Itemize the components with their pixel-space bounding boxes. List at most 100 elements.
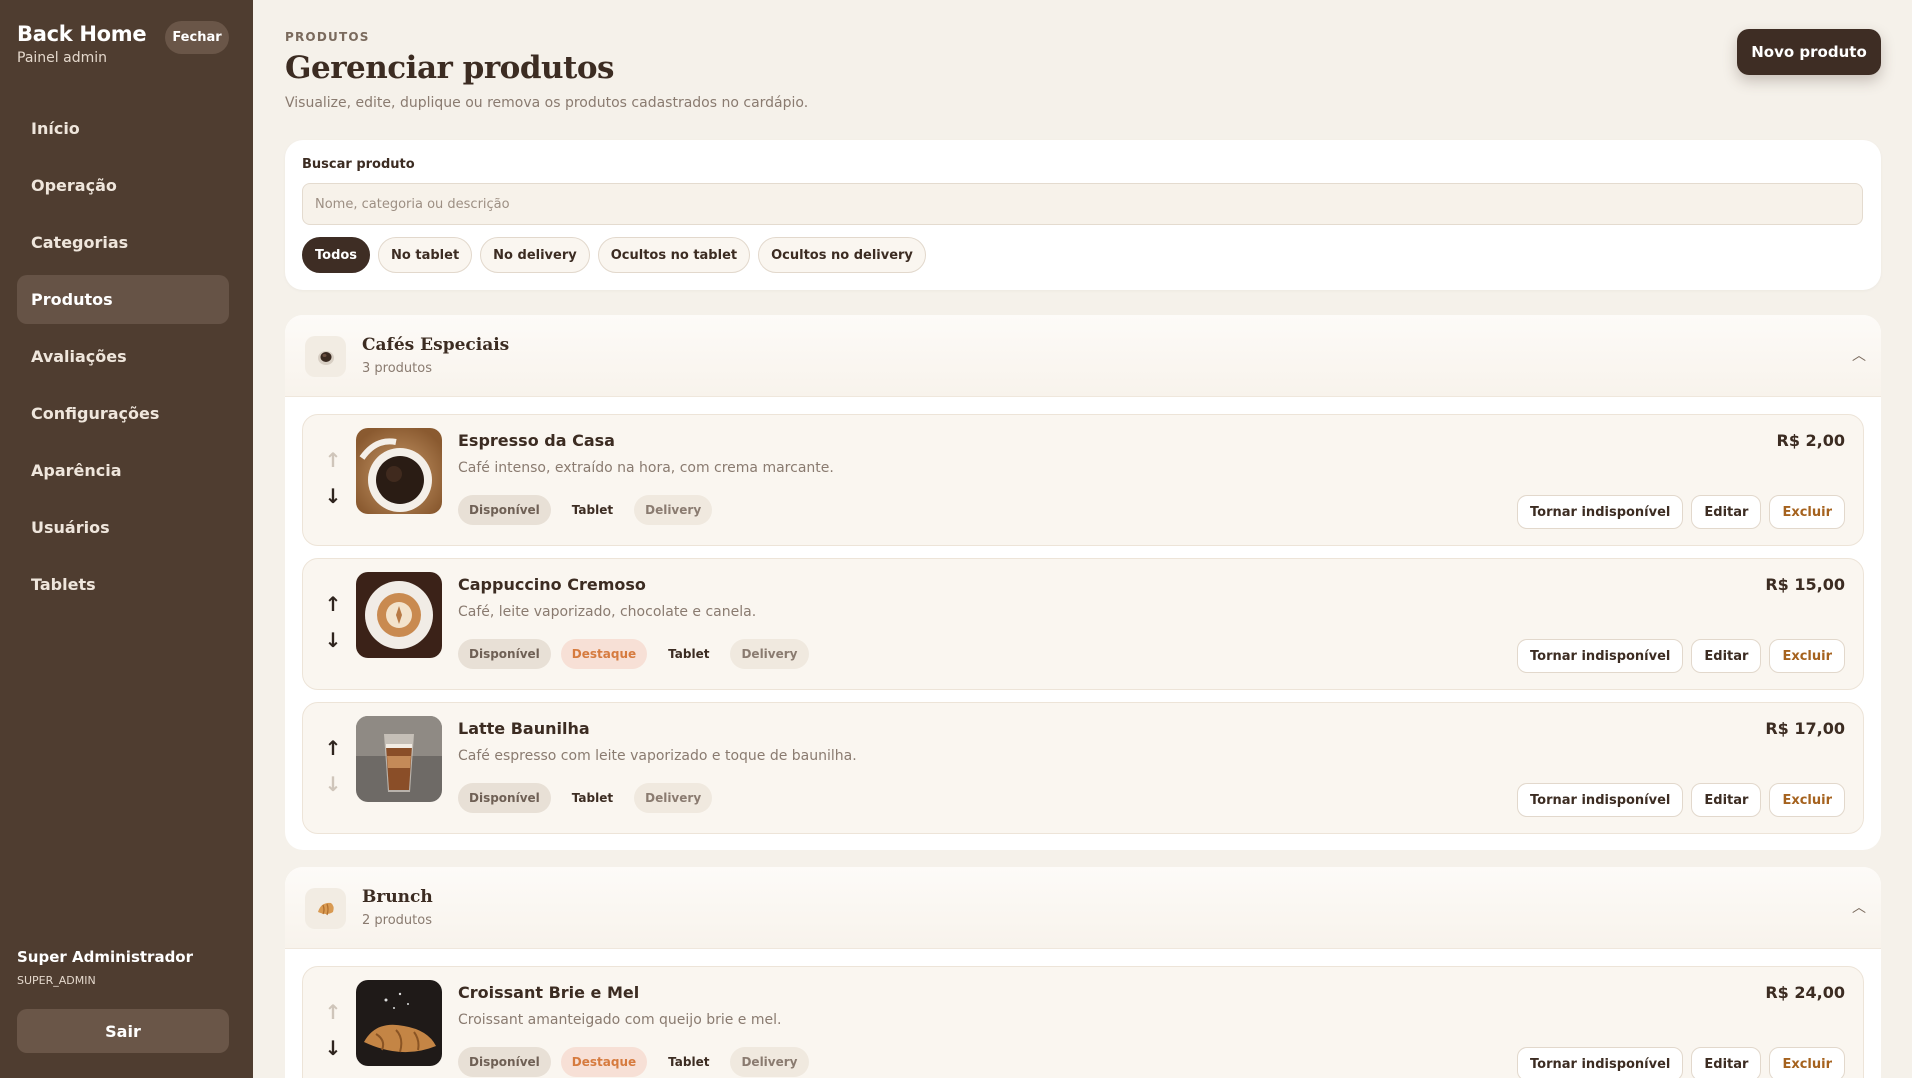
reorder-controls: ↑ ↓ (318, 997, 348, 1063)
product-actions: Tornar indisponível Editar Excluir (1517, 495, 1845, 529)
status-badge-available: Disponível (458, 639, 551, 669)
product-name: Cappuccino Cremoso (458, 575, 646, 594)
reorder-controls: ↑ ↓ (318, 589, 348, 655)
product-price: R$ 17,00 (1765, 719, 1845, 738)
product-tags: Disponível Destaque Tablet Delivery (458, 639, 809, 669)
sidebar-item-avaliacoes[interactable]: Avaliações (17, 332, 229, 381)
reorder-controls: ↑ ↓ (318, 733, 348, 799)
product-name: Latte Baunilha (458, 719, 590, 738)
channel-badge-tablet: Tablet (571, 503, 614, 517)
make-unavailable-button[interactable]: Tornar indisponível (1517, 1047, 1684, 1078)
delete-button[interactable]: Excluir (1769, 1047, 1845, 1078)
sidebar-item-categorias[interactable]: Categorias (17, 218, 229, 267)
edit-button[interactable]: Editar (1691, 495, 1762, 529)
category-count: 2 produtos (362, 913, 432, 928)
delete-button[interactable]: Excluir (1769, 783, 1845, 817)
move-down-icon[interactable]: ↓ (318, 481, 348, 511)
status-badge-available: Disponível (458, 783, 551, 813)
product-description: Café intenso, extraído na hora, com crem… (458, 460, 834, 476)
user-name: Super Administrador (17, 948, 194, 966)
user-info: Super Administrador SUPER_ADMIN (17, 948, 193, 987)
status-badge-available: Disponível (458, 495, 551, 525)
filter-chips: Todos No tablet No delivery Ocultos no t… (302, 237, 926, 273)
move-up-icon[interactable]: ↑ (318, 589, 348, 619)
croissant-icon (305, 888, 346, 929)
product-price: R$ 15,00 (1765, 575, 1845, 594)
move-down-icon[interactable]: ↓ (318, 625, 348, 655)
page-eyebrow: PRODUTOS (285, 30, 370, 44)
move-up-icon[interactable]: ↑ (318, 445, 348, 475)
product-card: ↑ ↓ Espresso da Casa Café intenso, extra… (302, 414, 1864, 546)
page-subtitle: Visualize, edite, duplique ou remova os … (285, 95, 809, 111)
category-header[interactable]: Cafés Especiais 3 produtos ︿ (285, 315, 1881, 397)
move-up-icon[interactable]: ↑ (318, 733, 348, 763)
new-product-button[interactable]: Novo produto (1737, 29, 1881, 75)
filter-ocultos-tablet[interactable]: Ocultos no tablet (597, 237, 751, 273)
sidebar: Back Home Painel admin Fechar Início Ope… (0, 0, 253, 1078)
product-actions: Tornar indisponível Editar Excluir (1517, 1047, 1845, 1078)
channel-badge-tablet: Tablet (571, 791, 614, 805)
product-description: Café espresso com leite vaporizado e toq… (458, 748, 857, 764)
sidebar-item-operacao[interactable]: Operação (17, 161, 229, 210)
logout-button[interactable]: Sair (17, 1009, 229, 1053)
product-image (356, 572, 442, 658)
channel-badge-delivery: Delivery (634, 495, 713, 525)
sidebar-item-tablets[interactable]: Tablets (17, 560, 229, 609)
status-badge-available: Disponível (458, 1047, 551, 1077)
status-badge-featured: Destaque (560, 1047, 648, 1077)
close-sidebar-button[interactable]: Fechar (165, 21, 229, 54)
edit-button[interactable]: Editar (1691, 639, 1762, 673)
brand: Back Home Painel admin (17, 22, 147, 66)
make-unavailable-button[interactable]: Tornar indisponível (1517, 495, 1684, 529)
sidebar-nav: Início Operação Categorias Produtos Aval… (17, 104, 229, 617)
product-tags: Disponível Destaque Tablet Delivery (458, 1047, 809, 1077)
category-section: Cafés Especiais 3 produtos ︿ ↑ ↓ Espress… (285, 315, 1881, 850)
product-tags: Disponível Tablet Delivery (458, 783, 713, 813)
edit-button[interactable]: Editar (1691, 1047, 1762, 1078)
product-price: R$ 24,00 (1765, 983, 1845, 1002)
category-section: Brunch 2 produtos ︿ ↑ ↓ Croissant Brie e… (285, 867, 1881, 1078)
category-header[interactable]: Brunch 2 produtos ︿ (285, 867, 1881, 949)
make-unavailable-button[interactable]: Tornar indisponível (1517, 783, 1684, 817)
move-down-icon[interactable]: ↓ (318, 769, 348, 799)
product-card: ↑ ↓ Croissant Brie e Mel Croissant amant… (302, 966, 1864, 1078)
sidebar-item-configuracoes[interactable]: Configurações (17, 389, 229, 438)
make-unavailable-button[interactable]: Tornar indisponível (1517, 639, 1684, 673)
product-image (356, 716, 442, 802)
product-actions: Tornar indisponível Editar Excluir (1517, 639, 1845, 673)
channel-badge-delivery: Delivery (634, 783, 713, 813)
product-image (356, 428, 442, 514)
search-input[interactable] (302, 183, 1863, 225)
filter-no-tablet[interactable]: No tablet (378, 237, 473, 273)
product-image (356, 980, 442, 1066)
page-title: Gerenciar produtos (285, 50, 615, 86)
product-tags: Disponível Tablet Delivery (458, 495, 713, 525)
filter-no-delivery[interactable]: No delivery (480, 237, 590, 273)
sidebar-item-inicio[interactable]: Início (17, 104, 229, 153)
channel-badge-delivery: Delivery (730, 639, 809, 669)
status-badge-featured: Destaque (560, 639, 648, 669)
brand-title: Back Home (17, 22, 147, 46)
product-description: Café, leite vaporizado, chocolate e cane… (458, 604, 757, 620)
search-label: Buscar produto (302, 157, 415, 172)
filter-ocultos-delivery[interactable]: Ocultos no delivery (758, 237, 926, 273)
product-price: R$ 2,00 (1776, 431, 1846, 450)
move-down-icon[interactable]: ↓ (318, 1033, 348, 1063)
category-name: Brunch (362, 887, 433, 907)
move-up-icon[interactable]: ↑ (318, 997, 348, 1027)
chevron-up-icon[interactable]: ︿ (1852, 897, 1866, 917)
sidebar-item-produtos[interactable]: Produtos (17, 275, 229, 324)
delete-button[interactable]: Excluir (1769, 639, 1845, 673)
product-card: ↑ ↓ Latte Baunilha Café espresso com lei… (302, 702, 1864, 834)
delete-button[interactable]: Excluir (1769, 495, 1845, 529)
search-card: Buscar produto Todos No tablet No delive… (285, 140, 1881, 290)
product-name: Espresso da Casa (458, 431, 615, 450)
category-count: 3 produtos (362, 361, 432, 376)
chevron-up-icon[interactable]: ︿ (1852, 345, 1866, 365)
filter-todos[interactable]: Todos (302, 237, 371, 273)
sidebar-item-usuarios[interactable]: Usuários (17, 503, 229, 552)
channel-badge-delivery: Delivery (730, 1047, 809, 1077)
sidebar-item-aparencia[interactable]: Aparência (17, 446, 229, 495)
edit-button[interactable]: Editar (1691, 783, 1762, 817)
product-description: Croissant amanteigado com queijo brie e … (458, 1012, 782, 1028)
